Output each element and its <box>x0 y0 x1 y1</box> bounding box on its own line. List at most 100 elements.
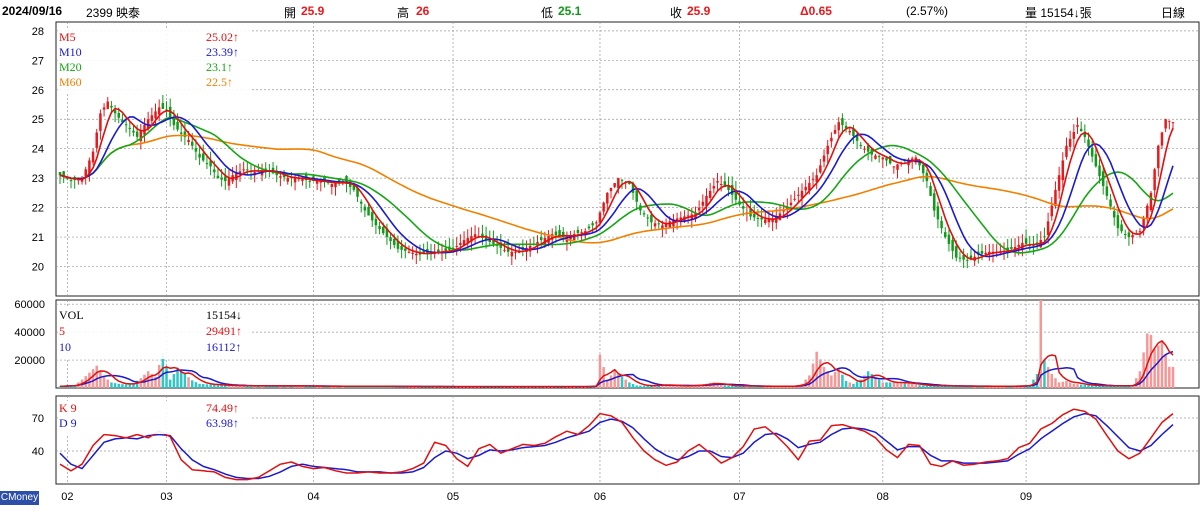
candle-body <box>932 193 936 211</box>
candle-body <box>929 185 932 196</box>
ma5-line <box>59 107 1174 260</box>
candle-body <box>620 179 624 181</box>
volume-bar <box>881 382 885 388</box>
candle-body <box>1098 165 1101 177</box>
volume-bar <box>1168 366 1171 388</box>
volume-bar <box>907 383 910 388</box>
volume-bar <box>176 368 179 388</box>
volume-bar <box>1068 382 1072 388</box>
volume-bar <box>110 382 113 388</box>
volume-bar <box>844 381 848 388</box>
volume-bar <box>642 385 646 388</box>
volume-bar <box>205 384 209 388</box>
volume-bar <box>91 369 95 388</box>
candle-body <box>863 148 866 150</box>
candle-body <box>881 157 885 160</box>
volume-bar <box>628 382 631 388</box>
volume-bar <box>892 382 896 388</box>
candle-body <box>106 101 110 109</box>
candle-body <box>877 155 881 157</box>
candle-body <box>642 213 646 215</box>
volume-bar <box>99 371 102 388</box>
volume-tick-label: 20000 <box>14 355 45 367</box>
candle-body <box>190 141 194 146</box>
legend-name: VOL <box>59 308 84 322</box>
volume-bar <box>1164 354 1167 388</box>
candle-body <box>951 240 954 251</box>
volume-bar <box>179 371 183 388</box>
candle-body <box>514 251 517 253</box>
candle-body <box>712 186 716 189</box>
candle-body <box>179 132 183 134</box>
candle-body <box>224 176 227 182</box>
candle-body <box>1065 145 1068 157</box>
volume-bar <box>113 383 117 388</box>
price-tick-label: 27 <box>32 55 44 67</box>
volume-bar <box>1149 334 1153 388</box>
candle-body <box>66 178 69 180</box>
candle-body <box>176 121 179 130</box>
candle-body <box>407 251 411 253</box>
candle-body <box>1017 244 1020 247</box>
candle-body <box>367 206 370 216</box>
candle-body <box>1127 232 1131 238</box>
kd-tick-label: 70 <box>32 413 44 425</box>
candle-body <box>459 242 462 246</box>
legend-name: M5 <box>59 30 76 44</box>
candle-body <box>719 184 723 186</box>
volume-bar <box>121 384 124 388</box>
candlestick-series <box>58 94 1175 269</box>
candle-body <box>359 201 363 204</box>
volume-bar <box>848 382 852 388</box>
volume-bar <box>826 371 829 388</box>
candle-body <box>128 127 132 129</box>
candle-body <box>194 148 198 152</box>
volume-bar <box>220 385 223 388</box>
volume-bar <box>183 374 187 388</box>
candle-body <box>157 107 161 115</box>
x-tick-label: 09 <box>1020 491 1032 503</box>
candle-body <box>841 118 844 126</box>
price-tick-label: 23 <box>32 173 44 185</box>
candle-body <box>1149 192 1153 211</box>
candle-body <box>393 238 396 245</box>
candle-body <box>1146 205 1149 219</box>
volume-bar <box>885 382 888 388</box>
brand-logo: CMoney <box>0 491 39 505</box>
x-tick-label: 04 <box>307 491 319 503</box>
candle-body <box>400 245 403 250</box>
legend-value: 74.49↑ <box>206 401 239 415</box>
candle-body <box>892 166 896 168</box>
candle-body <box>741 206 745 209</box>
candle-body <box>216 175 220 179</box>
candle-body <box>455 245 458 247</box>
volume-bar <box>822 367 826 388</box>
candle-body <box>617 178 620 188</box>
volume-bar <box>1160 341 1164 388</box>
volume-bar <box>1057 382 1061 388</box>
candle-body <box>653 223 657 227</box>
candle-body <box>657 223 660 225</box>
price-tick-label: 22 <box>32 203 44 215</box>
volume-bar <box>624 379 627 388</box>
candle-body <box>1079 128 1083 132</box>
volume-bar <box>168 379 172 388</box>
candle-body <box>1112 211 1116 218</box>
candle-body <box>793 198 796 200</box>
x-tick-label: 06 <box>594 491 606 503</box>
candle-body <box>411 252 414 254</box>
kd-legend: K 9 74.49↑ D 9 63.98↑ <box>58 401 250 434</box>
volume-bar <box>609 375 613 388</box>
candle-body <box>1142 218 1145 227</box>
candle-body <box>1076 125 1079 127</box>
candle-body <box>822 155 826 162</box>
candle-body <box>837 122 840 131</box>
volume-bar <box>719 385 723 388</box>
legend-value: 23.1↑ <box>206 60 233 74</box>
stock-chart: 28 27 26 25 24 23 22 21 20 60000 40000 20000 70 40 02 0… <box>14 21 1200 503</box>
volume-bar <box>1087 385 1090 388</box>
candle-body <box>132 130 135 133</box>
candle-body <box>213 169 216 173</box>
legend-name: M10 <box>59 45 82 59</box>
volume-bar <box>1083 384 1087 388</box>
